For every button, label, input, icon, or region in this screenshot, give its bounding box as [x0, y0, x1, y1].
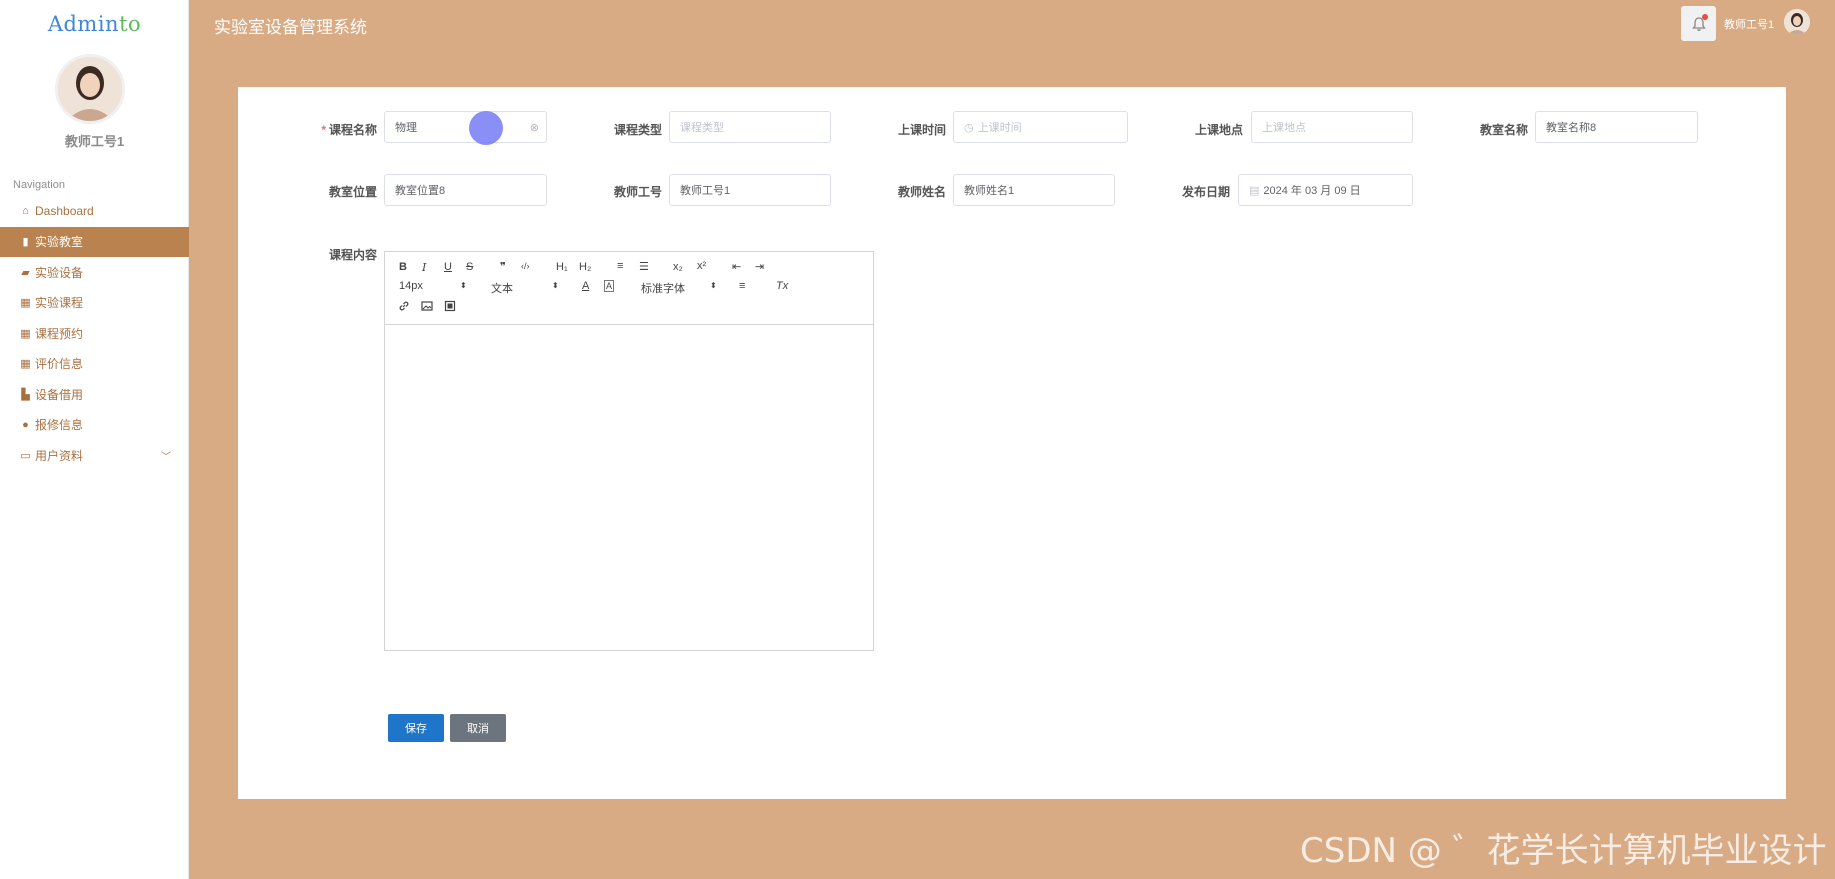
sidebar-username: 教师工号1	[64, 134, 125, 149]
nav-section-title: Navigation	[13, 179, 65, 191]
rich-text-editor: B I U S ❞ ‹/› H₁ H₂ ≡ ☰ x₂ x² ⇤ ⇥ 14px ⬍ …	[384, 251, 874, 651]
course-type-input[interactable]: 课程类型	[669, 111, 831, 143]
sidebar-item-label: 评价信息	[35, 357, 84, 372]
subscript-button[interactable]: x₂	[673, 261, 683, 273]
sidebar-item-dashboard[interactable]: ⌂ Dashboard	[0, 196, 189, 227]
sidebar-item-label: 设备借用	[35, 387, 84, 402]
class-location-label: 上课地点	[1194, 123, 1243, 137]
grid-icon: ▦	[20, 358, 31, 371]
strikethrough-button[interactable]: S	[466, 261, 473, 273]
classroom-name-input[interactable]: 教室名称8	[1535, 111, 1698, 143]
app-logo[interactable]: Adminto	[0, 12, 189, 36]
avatar-image	[58, 57, 122, 121]
link-icon	[399, 301, 409, 311]
class-time-label: 上课时间	[897, 123, 946, 137]
course-name-label: * 课程名称	[321, 123, 377, 137]
course-type-label: 课程类型	[613, 123, 662, 137]
heading2-button[interactable]: H₂	[579, 261, 591, 273]
background-color-button[interactable]: A	[604, 280, 615, 292]
video-button[interactable]	[444, 300, 456, 315]
sidebar-item-lab-classroom[interactable]: ▮ 实验教室	[0, 226, 189, 257]
home-icon: ⌂	[22, 205, 29, 218]
teacher-id-label: 教师工号	[613, 185, 662, 199]
image-icon	[421, 301, 433, 311]
sidebar-item-label: 实验设备	[35, 265, 84, 280]
class-location-input[interactable]: 上课地点	[1251, 111, 1413, 143]
sidebar-item-evaluation[interactable]: ▦ 评价信息	[0, 349, 189, 380]
editor-content-area[interactable]	[385, 325, 873, 650]
sidebar: Adminto 教师工号1 Navigation ⌂ Dashboard ▮ 实…	[0, 0, 189, 879]
teacher-id-input[interactable]: 教师工号1	[669, 174, 831, 206]
link-button[interactable]	[398, 300, 410, 315]
user-icon: ●	[22, 418, 29, 431]
blockquote-button[interactable]: ❞	[500, 260, 506, 273]
notification-badge	[1702, 14, 1708, 20]
class-time-picker[interactable]: ◷ 上课时间	[953, 111, 1128, 143]
clock-icon: ◷	[964, 121, 974, 134]
avatar[interactable]	[55, 54, 125, 124]
sidebar-item-lab-course[interactable]: ▦ 实验课程	[0, 288, 189, 319]
sidebar-item-label: 实验课程	[35, 296, 84, 311]
header-username[interactable]: 教师工号1	[1724, 16, 1774, 32]
classroom-name-label: 教室名称	[1479, 123, 1528, 137]
image-button[interactable]	[421, 300, 433, 315]
sidebar-item-label: 报修信息	[35, 418, 84, 433]
ordered-list-button[interactable]: ≡	[617, 260, 623, 272]
publish-date-picker[interactable]: ▤ 2024 年 03 月 09 日	[1238, 174, 1413, 206]
sidebar-item-course-booking[interactable]: ▦ 课程预约	[0, 318, 189, 349]
italic-button[interactable]: I	[422, 261, 426, 274]
save-button[interactable]: 保存	[388, 714, 444, 742]
publish-date-label: 发布日期	[1181, 185, 1230, 199]
course-content-label: 课程内容	[328, 248, 377, 262]
align-button[interactable]: ≡	[739, 280, 745, 292]
sidebar-item-lab-equipment[interactable]: ▰ 实验设备	[0, 257, 189, 288]
header-avatar[interactable]	[1784, 9, 1810, 35]
indent-button[interactable]: ⇥	[755, 260, 764, 273]
cancel-button[interactable]: 取消	[450, 714, 506, 742]
clear-format-button[interactable]: Tx	[776, 280, 788, 292]
sidebar-item-user-profile[interactable]: ▭ 用户资料 ﹀	[0, 440, 189, 471]
superscript-button[interactable]: x²	[697, 260, 706, 272]
nav-list: ⌂ Dashboard ▮ 实验教室 ▰ 实验设备 ▦ 实验课程 ▦ 课程预约 …	[0, 196, 189, 471]
video-camera-icon: ▰	[21, 266, 30, 279]
teacher-name-input[interactable]: 教师姓名1	[953, 174, 1115, 206]
bullet-list-button[interactable]: ☰	[639, 260, 649, 273]
grid-icon: ▦	[20, 297, 31, 310]
credit-card-icon: ▭	[20, 449, 31, 462]
sidebar-item-label: 实验教室	[35, 235, 84, 250]
heading-select[interactable]: 文本 ⬍	[491, 280, 561, 296]
page-title: 实验室设备管理系统	[214, 18, 367, 37]
grid-icon: ▦	[20, 327, 31, 340]
thumbs-up-icon: ▙	[21, 388, 30, 401]
classroom-position-label: 教室位置	[328, 185, 377, 199]
sidebar-item-label: 用户资料	[35, 448, 84, 463]
calendar-icon: ▤	[1249, 184, 1260, 197]
font-size-select[interactable]: 14px ⬍	[399, 280, 469, 292]
sidebar-item-equipment-borrow[interactable]: ▙ 设备借用	[0, 379, 189, 410]
underline-button[interactable]: U	[444, 261, 452, 273]
editor-toolbar: B I U S ❞ ‹/› H₁ H₂ ≡ ☰ x₂ x² ⇤ ⇥ 14px ⬍ …	[385, 252, 873, 325]
outdent-button[interactable]: ⇤	[732, 260, 741, 273]
mouse-cursor-indicator	[469, 111, 503, 145]
course-name-input[interactable]: 物理 ⊗	[384, 111, 547, 143]
clipboard-icon: ▮	[22, 236, 29, 249]
classroom-position-input[interactable]: 教室位置8	[384, 174, 547, 206]
chevron-down-icon: ﹀	[161, 451, 171, 463]
text-color-button[interactable]: A	[582, 280, 589, 292]
font-family-select[interactable]: 标准字体 ⬍	[641, 280, 721, 296]
video-icon	[444, 300, 456, 312]
bold-button[interactable]: B	[399, 261, 407, 273]
code-block-button[interactable]: ‹/›	[521, 261, 530, 271]
avatar-image	[1784, 9, 1810, 35]
sidebar-item-repair[interactable]: ● 报修信息	[0, 410, 189, 441]
watermark: CSDN @ ゛花学长计算机毕业设计	[1300, 831, 1827, 871]
notification-button[interactable]	[1681, 6, 1716, 41]
sidebar-item-label: 课程预约	[35, 326, 84, 341]
sidebar-item-label: Dashboard	[35, 204, 94, 219]
clear-icon[interactable]: ⊗	[530, 121, 539, 134]
heading1-button[interactable]: H₁	[556, 261, 568, 273]
teacher-name-label: 教师姓名	[897, 185, 946, 199]
